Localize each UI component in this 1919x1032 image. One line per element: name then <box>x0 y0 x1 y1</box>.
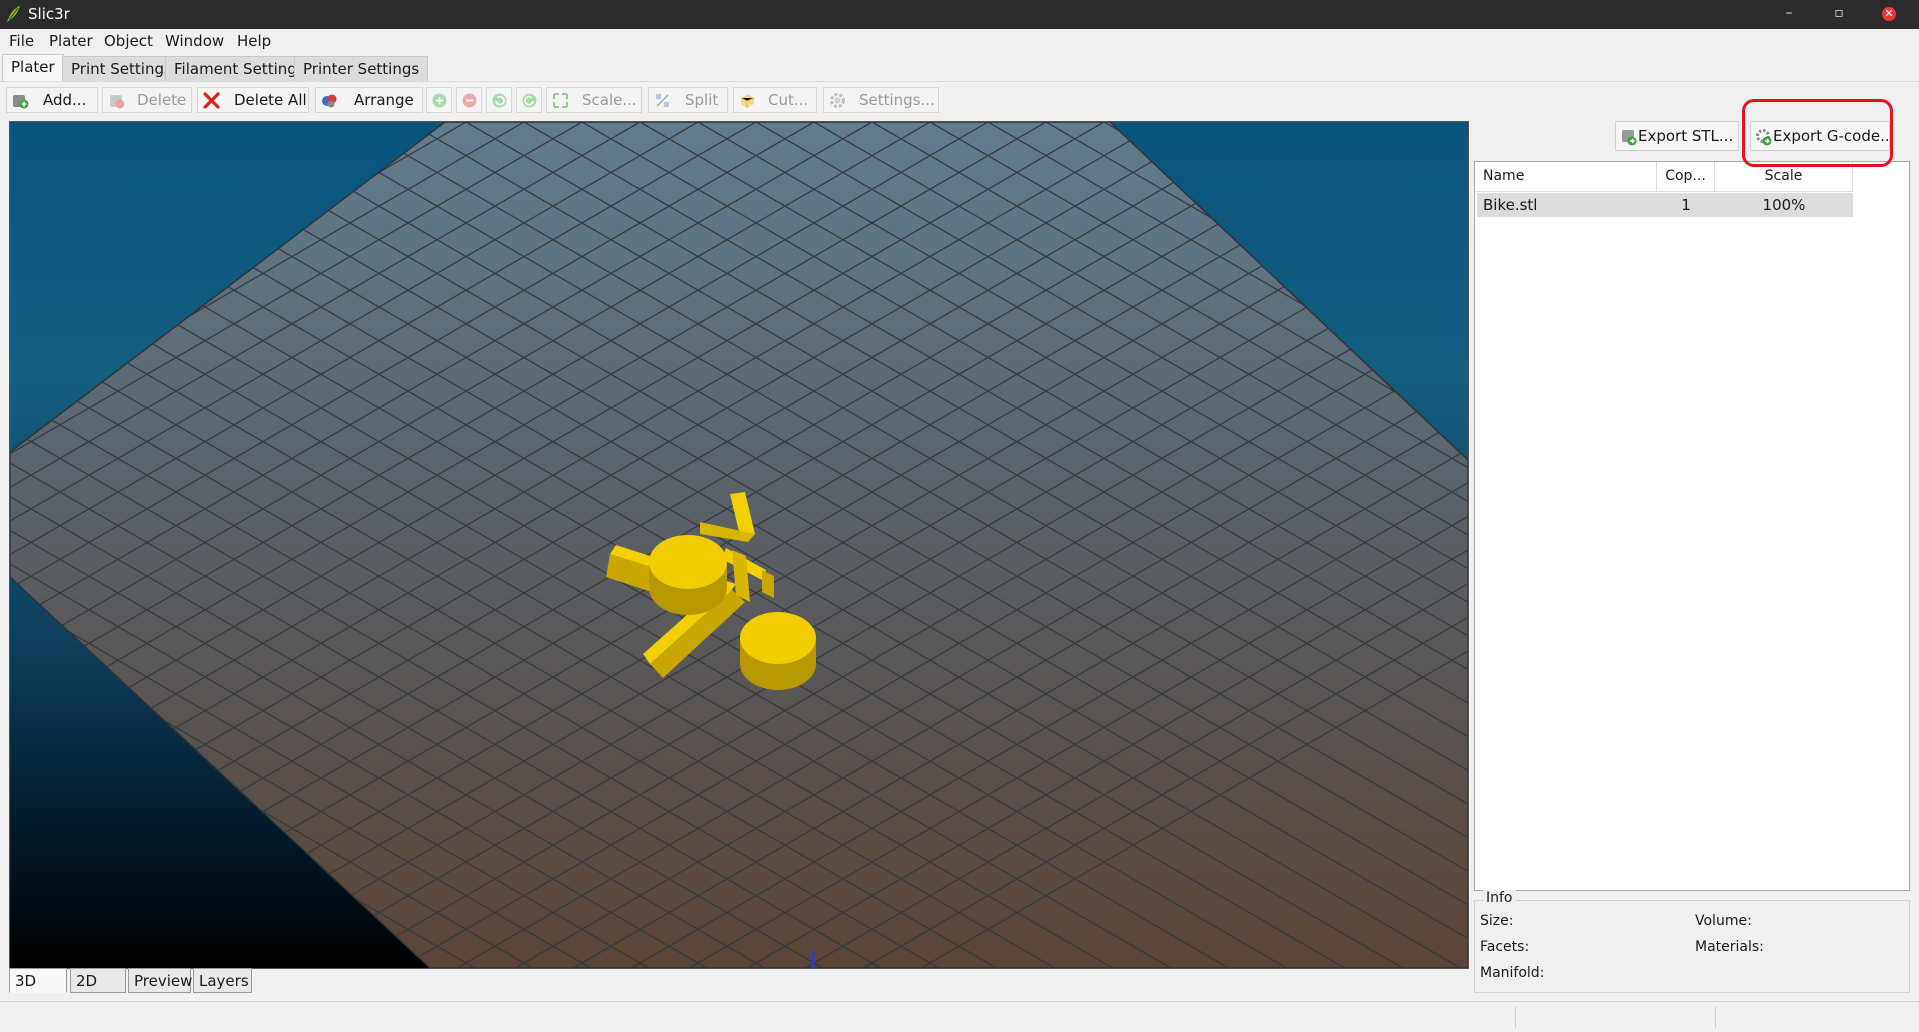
app-logo-icon <box>7 6 20 22</box>
rotate-cw-button[interactable] <box>516 87 542 113</box>
view-tab-3d[interactable]: 3D <box>9 968 67 993</box>
info-size-label: Size: <box>1480 913 1514 929</box>
info-panel: Info Size: Volume: Facets: Materials: Ma… <box>1474 890 1910 993</box>
increase-copies-button[interactable] <box>426 87 452 113</box>
scale-button[interactable]: Scale... <box>546 87 642 113</box>
view-tab-layers[interactable]: Layers <box>193 968 252 993</box>
info-materials-label: Materials: <box>1695 939 1764 955</box>
toolbar: Add... Delete Delete All Arrange Scale..… <box>0 81 1919 119</box>
window-title: Slic3r <box>28 5 70 23</box>
menu-window[interactable]: Window <box>165 32 224 50</box>
tab-plater[interactable]: Plater <box>2 54 64 81</box>
3d-viewport[interactable] <box>9 121 1469 969</box>
export-stl-icon <box>1622 130 1637 146</box>
status-bar <box>0 1001 1919 1032</box>
decrease-copies-icon <box>462 93 477 108</box>
menu-help[interactable]: Help <box>237 32 271 50</box>
split-button[interactable]: Split <box>648 87 728 113</box>
menu-object[interactable]: Object <box>104 32 153 50</box>
delete-all-button[interactable]: Delete All <box>197 87 309 113</box>
increase-copies-icon <box>432 93 447 108</box>
minimize-button[interactable]: – <box>1766 0 1812 29</box>
decrease-copies-button[interactable] <box>456 87 482 113</box>
menu-file[interactable]: File <box>9 32 34 50</box>
arrange-icon <box>322 94 337 108</box>
info-facets-label: Facets: <box>1480 939 1530 955</box>
cell-copies: 1 <box>1657 193 1715 217</box>
print-bed-scene <box>10 122 1468 968</box>
add-button[interactable]: Add... <box>6 87 98 113</box>
rotate-ccw-button[interactable] <box>486 87 512 113</box>
menu-plater[interactable]: Plater <box>49 32 93 50</box>
info-volume-label: Volume: <box>1695 913 1752 929</box>
cell-name: Bike.stl <box>1477 193 1657 217</box>
delete-all-icon <box>203 92 220 109</box>
arrange-button[interactable]: Arrange <box>315 87 423 113</box>
info-manifold-label: Manifold: <box>1480 965 1545 981</box>
export-stl-button[interactable]: Export STL... <box>1615 121 1739 151</box>
cut-icon <box>740 94 755 108</box>
add-icon <box>13 95 29 109</box>
info-title: Info <box>1483 890 1516 906</box>
rotate-cw-icon <box>522 93 537 108</box>
view-tab-2d[interactable]: 2D <box>70 968 126 993</box>
scale-icon <box>553 93 568 108</box>
tab-printer-settings[interactable]: Printer Settings <box>294 56 429 81</box>
column-header-copies[interactable]: Cop... <box>1657 162 1715 192</box>
highlight-annotation <box>1742 99 1893 167</box>
cell-scale: 100% <box>1715 193 1853 217</box>
main-tabs: Plater Print Settings Filament Settings … <box>0 53 1919 81</box>
tab-print-settings[interactable]: Print Settings <box>62 56 181 81</box>
print-bed <box>10 122 1468 968</box>
delete-button[interactable]: Delete <box>102 87 192 113</box>
menu-bar: File Plater Object Window Help <box>0 29 1919 53</box>
right-panel: Export STL... Export G-code... Name Cop.… <box>1470 121 1919 1001</box>
maximize-button[interactable]: ▫ <box>1816 0 1862 29</box>
view-tab-preview[interactable]: Preview <box>128 968 192 993</box>
close-icon: ✕ <box>1882 7 1896 21</box>
column-header-name[interactable]: Name <box>1475 162 1657 192</box>
close-button[interactable]: ✕ <box>1866 0 1912 29</box>
settings-icon <box>830 93 845 108</box>
cut-button[interactable]: Cut... <box>733 87 817 113</box>
delete-icon <box>110 95 125 109</box>
object-list[interactable]: Name Cop... Scale Bike.stl 1 100% <box>1474 161 1910 891</box>
split-icon <box>656 94 669 107</box>
rotate-ccw-icon <box>492 93 507 108</box>
tab-filament-settings[interactable]: Filament Settings <box>165 56 314 81</box>
title-bar: Slic3r – ▫ ✕ <box>0 0 1919 29</box>
settings-button[interactable]: Settings... <box>823 87 939 113</box>
